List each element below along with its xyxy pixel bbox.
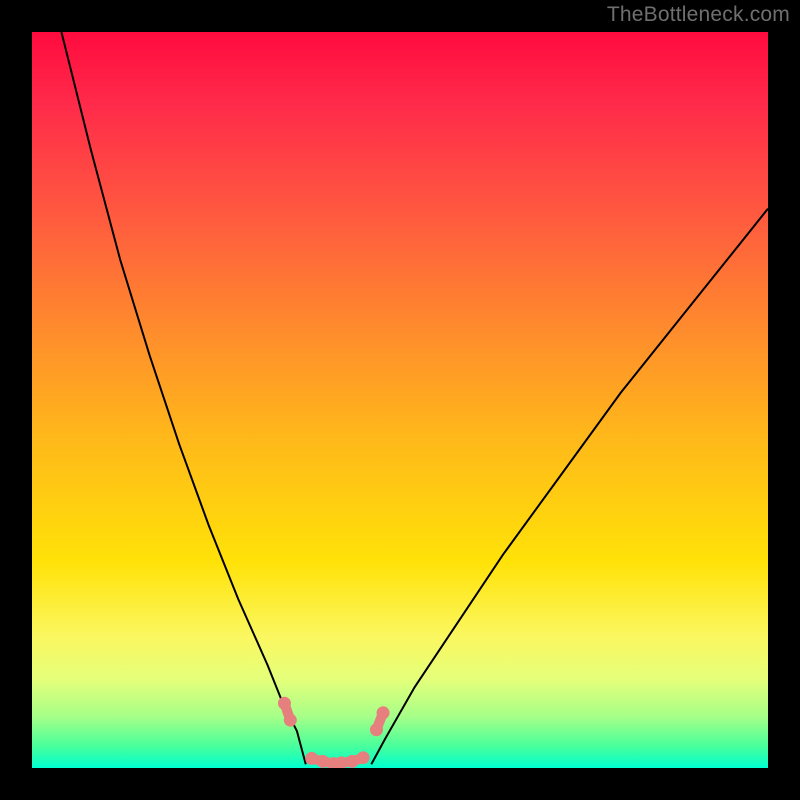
watermark-text: TheBottleneck.com — [607, 3, 790, 27]
highlight-dot — [284, 714, 297, 727]
plot-area — [32, 32, 768, 768]
highlight-overlay — [278, 697, 390, 768]
right-curve — [371, 209, 768, 765]
highlight-dot — [377, 706, 390, 719]
curves-layer — [32, 32, 768, 768]
left-curve — [61, 32, 305, 764]
chart-frame: TheBottleneck.com — [0, 0, 800, 800]
highlight-dot — [357, 751, 370, 764]
